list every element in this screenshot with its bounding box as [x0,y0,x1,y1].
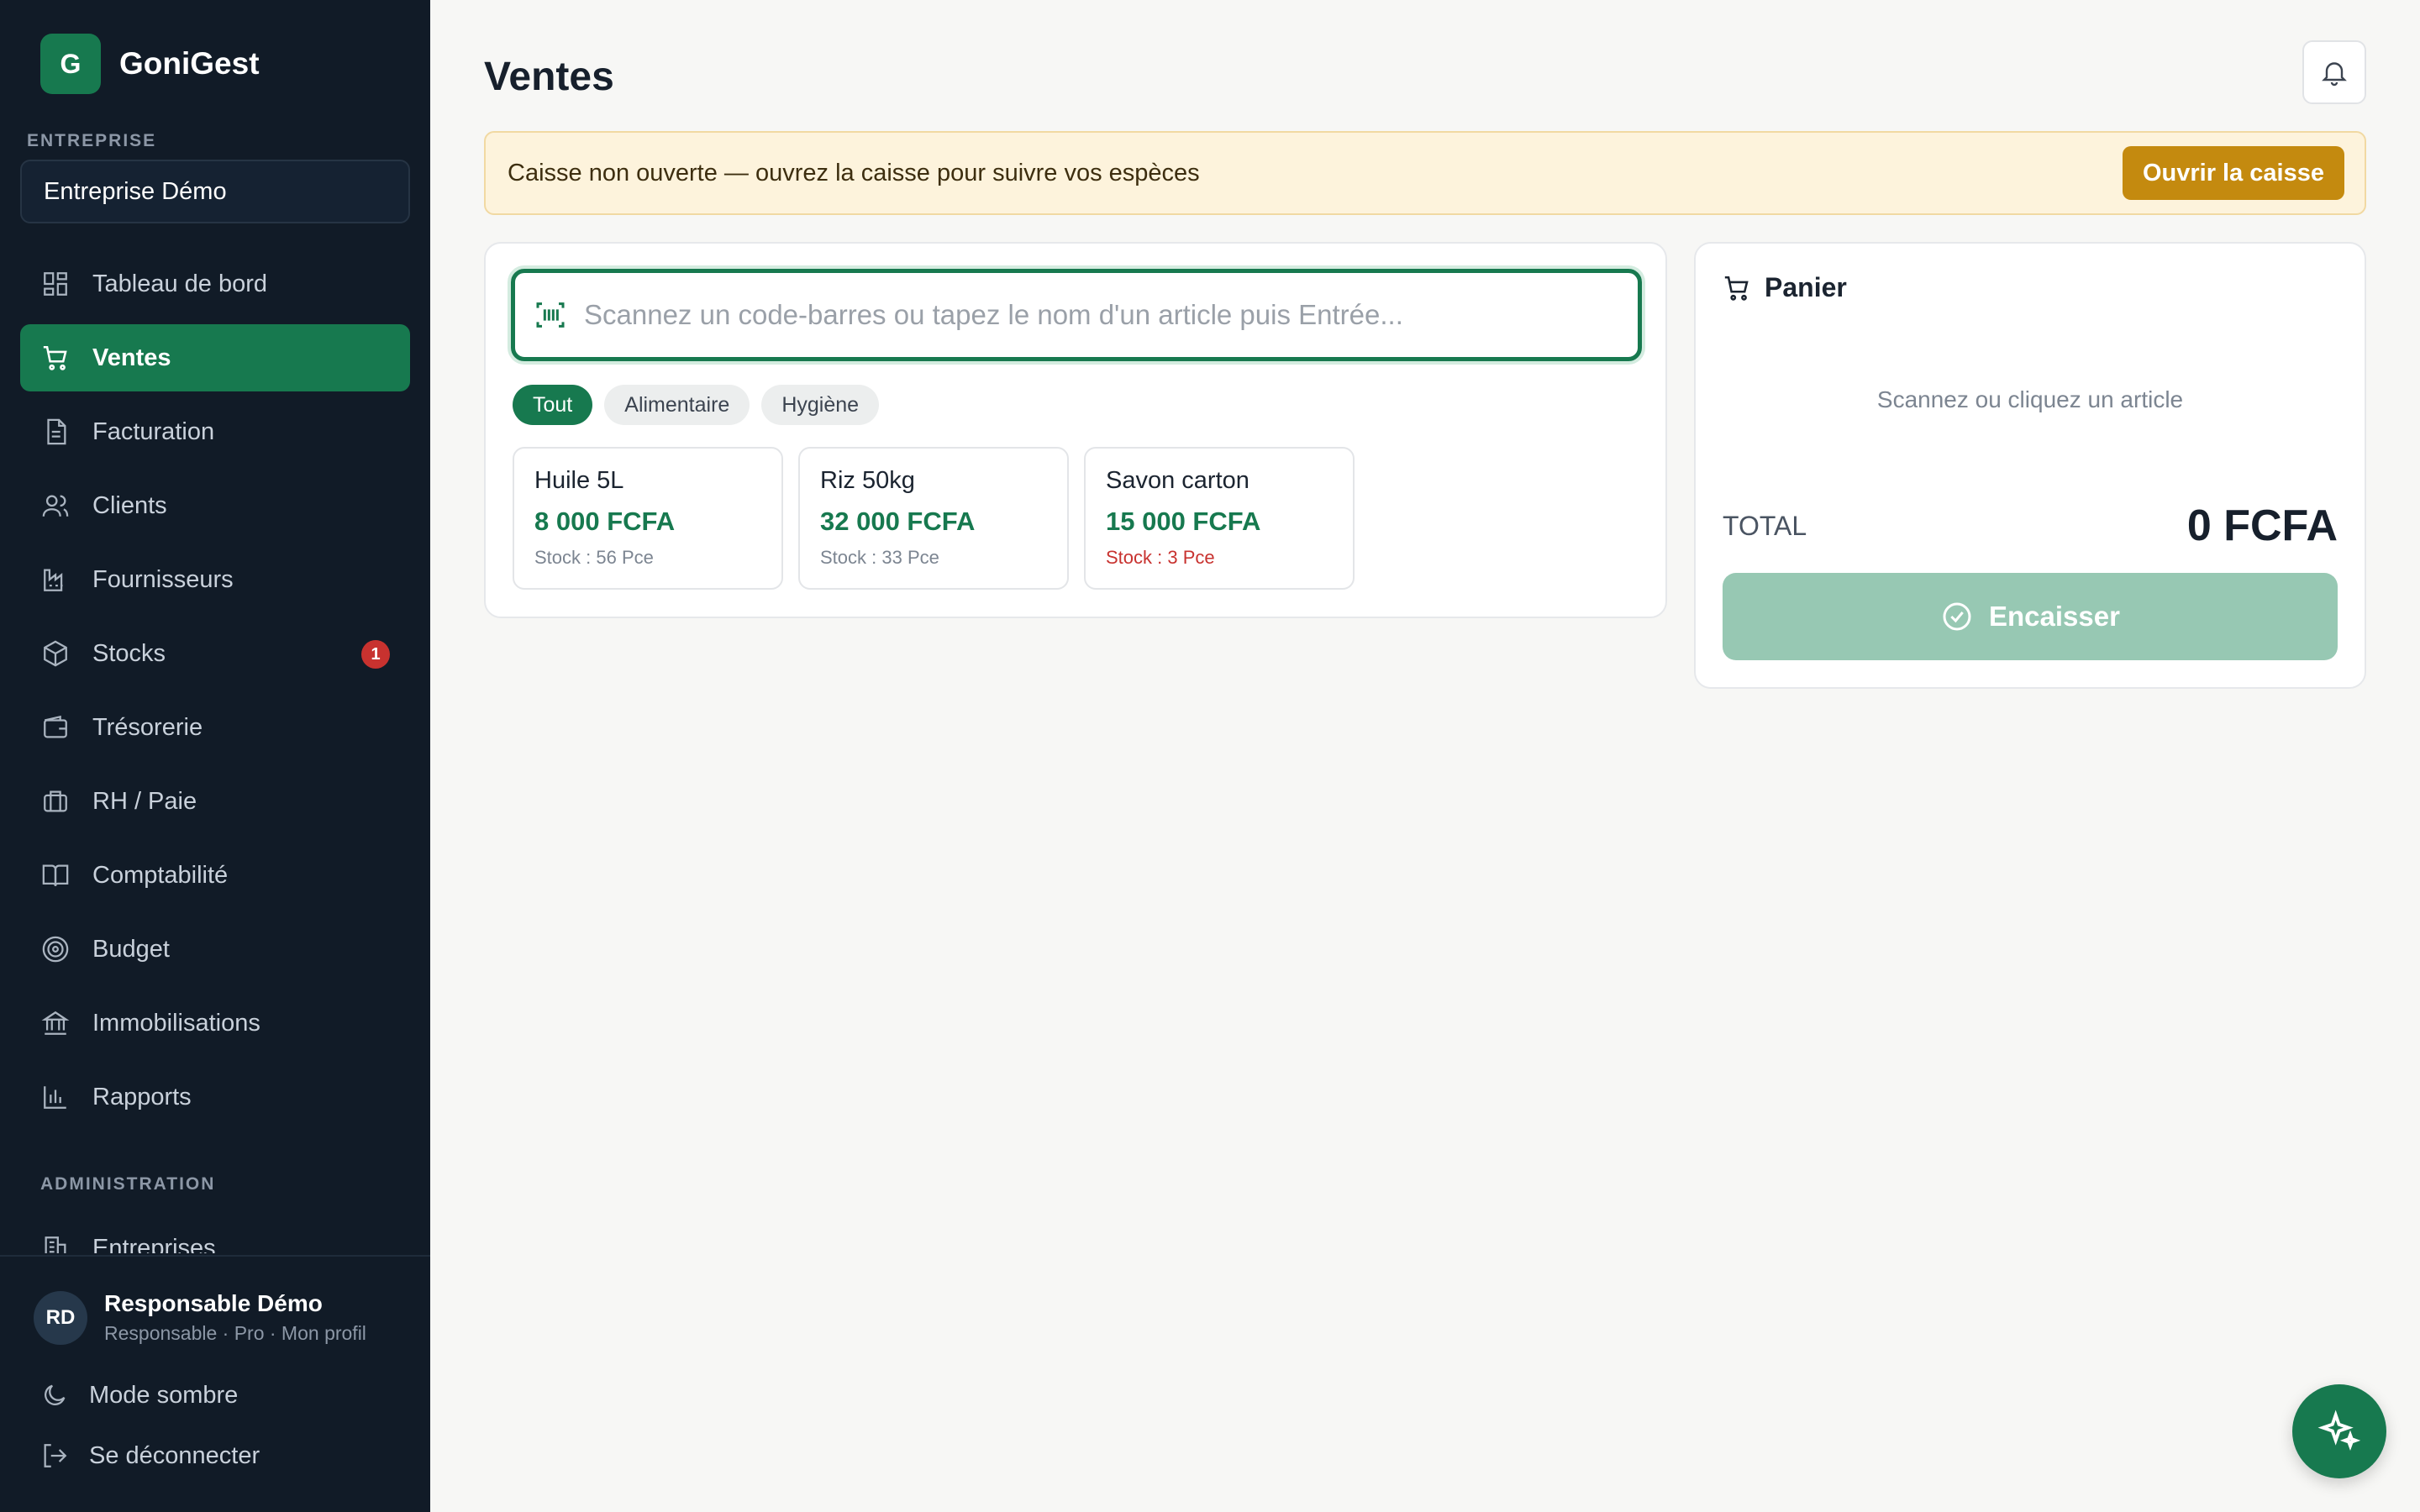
product-panel: Tout Alimentaire Hygiène Huile 5L 8 000 … [484,242,1667,618]
sidebar-item-budget[interactable]: Budget [20,916,410,983]
target-icon [40,934,71,964]
bank-icon [40,1008,71,1038]
factory-icon [40,564,71,595]
sidebar-footer: RD Responsable Démo Responsable · Pro · … [0,1255,430,1512]
category-chip-hygiene[interactable]: Hygiène [761,385,880,425]
sidebar-item-label: Comptabilité [92,861,229,889]
search-box[interactable] [511,269,1642,361]
open-register-button[interactable]: Ouvrir la caisse [2122,146,2344,200]
sidebar-item-label: Fournisseurs [92,565,234,593]
checkout-button[interactable]: Encaisser [1723,573,2338,660]
brand[interactable]: G GoniGest [40,34,260,94]
sidebar-item-fournisseurs[interactable]: Fournisseurs [20,546,410,613]
sidebar-item-rapports[interactable]: Rapports [20,1063,410,1131]
total-label: TOTAL [1723,511,1807,541]
cart-title: Panier [1765,272,1847,302]
brand-name: GoniGest [119,46,260,81]
box-icon [40,638,71,669]
bar-chart-icon [40,1082,71,1112]
cart-header: Panier [1723,272,1847,303]
book-icon [40,860,71,890]
stocks-alert-badge: 1 [361,640,390,669]
sidebar-item-ventes[interactable]: Ventes [20,324,410,391]
sidebar-item-label: Rapports [92,1083,192,1110]
product-stock-low: Stock : 3 Pce [1106,547,1215,568]
cart-panel: Panier Scannez ou cliquez un article TOT… [1694,242,2366,689]
user-subtitle: Responsable · Pro · Mon profil [104,1322,366,1344]
product-price: 15 000 FCFA [1106,507,1261,536]
sidebar-item-label: Trésorerie [92,713,203,741]
product-stock: Stock : 33 Pce [820,547,939,568]
bell-icon [2322,62,2347,87]
check-circle-icon [1943,602,1971,631]
moon-icon [45,1384,66,1405]
sidebar-item-entreprises[interactable]: Entreprises [20,1215,410,1253]
sidebar-item-label: Facturation [92,417,215,445]
cash-register-alert: Caisse non ouverte — ouvrez la caisse po… [484,131,2366,215]
user-name: Responsable Démo [104,1290,323,1316]
sidebar-item-label: Stocks [92,639,166,667]
barcode-scan-icon [536,302,565,328]
sidebar-item-label: Immobilisations [92,1009,260,1037]
checkout-label: Encaisser [1989,601,2120,632]
dashboard-icon [40,269,71,299]
dark-mode-label: Mode sombre [89,1381,239,1409]
company-selector[interactable]: Entreprise Démo [20,160,410,223]
sidebar-item-comptabilite[interactable]: Comptabilité [20,842,410,909]
page-title: Ventes [484,55,614,99]
avatar: RD [34,1290,87,1345]
users-icon [40,491,71,521]
admin-nav: Entreprises [20,1211,410,1253]
briefcase-icon [40,786,71,816]
sidebar-item-label: Clients [92,491,167,519]
sidebar-item-facturation[interactable]: Facturation [20,398,410,465]
user-profile[interactable]: RD Responsable Démo Responsable · Pro · … [34,1290,366,1345]
category-chip-tout[interactable]: Tout [513,385,593,425]
sidebar-item-label: Tableau de bord [92,270,267,297]
sidebar-item-tresorerie[interactable]: Trésorerie [20,694,410,761]
document-icon [40,417,71,447]
product-grid: Huile 5L 8 000 FCFA Stock : 56 Pce Riz 5… [513,447,1370,590]
sidebar-item-rh-paie[interactable]: RH / Paie [20,768,410,835]
logout-icon [44,1444,67,1467]
sidebar-item-label: Entreprises [92,1234,216,1254]
dark-mode-toggle[interactable]: Mode sombre [40,1381,238,1410]
sidebar: G GoniGest ENTREPRISE Entreprise Démo Ta… [0,0,430,1512]
total-value: 0 FCFA [2186,501,2338,550]
category-chip-alimentaire[interactable]: Alimentaire [604,385,750,425]
brand-logo: G [40,34,101,94]
sidebar-item-stocks[interactable]: Stocks 1 [20,620,410,687]
product-stock: Stock : 56 Pce [534,547,654,568]
cart-icon [40,343,71,373]
building-icon [40,1233,71,1253]
cart-icon [1724,276,1749,301]
sidebar-item-clients[interactable]: Clients [20,472,410,539]
ai-assistant-button[interactable] [2292,1384,2386,1478]
sidebar-item-label: Ventes [92,344,171,371]
alert-text: Caisse non ouverte — ouvrez la caisse po… [508,159,1200,186]
logout-label: Se déconnecter [89,1441,260,1469]
product-price: 32 000 FCFA [820,507,976,536]
product-name: Huile 5L [534,467,624,494]
sidebar-item-label: RH / Paie [92,787,197,815]
sidebar-item-label: Budget [92,935,170,963]
product-price: 8 000 FCFA [534,507,676,536]
product-name: Savon carton [1106,467,1249,494]
sidebar-item-immobilisations[interactable]: Immobilisations [20,990,410,1057]
sidebar-item-tableau-de-bord[interactable]: Tableau de bord [20,250,410,318]
product-card[interactable]: Huile 5L 8 000 FCFA Stock : 56 Pce [513,447,783,590]
company-label: ENTREPRISE [27,131,157,150]
category-filters: Tout Alimentaire Hygiène [513,385,891,425]
logout-button[interactable]: Se déconnecter [40,1441,260,1470]
sparkles-icon [2317,1410,2361,1452]
search-input[interactable] [584,299,1638,331]
cart-empty-message: Scannez ou cliquez un article [1876,386,2184,412]
admin-section-label: ADMINISTRATION [40,1174,216,1194]
sidebar-nav: Tableau de bord Ventes Facturation Clien… [20,250,410,1137]
product-name: Riz 50kg [820,467,915,494]
wallet-icon [40,712,71,743]
product-card[interactable]: Savon carton 15 000 FCFA Stock : 3 Pce [1084,447,1355,590]
product-card[interactable]: Riz 50kg 32 000 FCFA Stock : 33 Pce [798,447,1069,590]
notifications-button[interactable] [2302,40,2366,104]
